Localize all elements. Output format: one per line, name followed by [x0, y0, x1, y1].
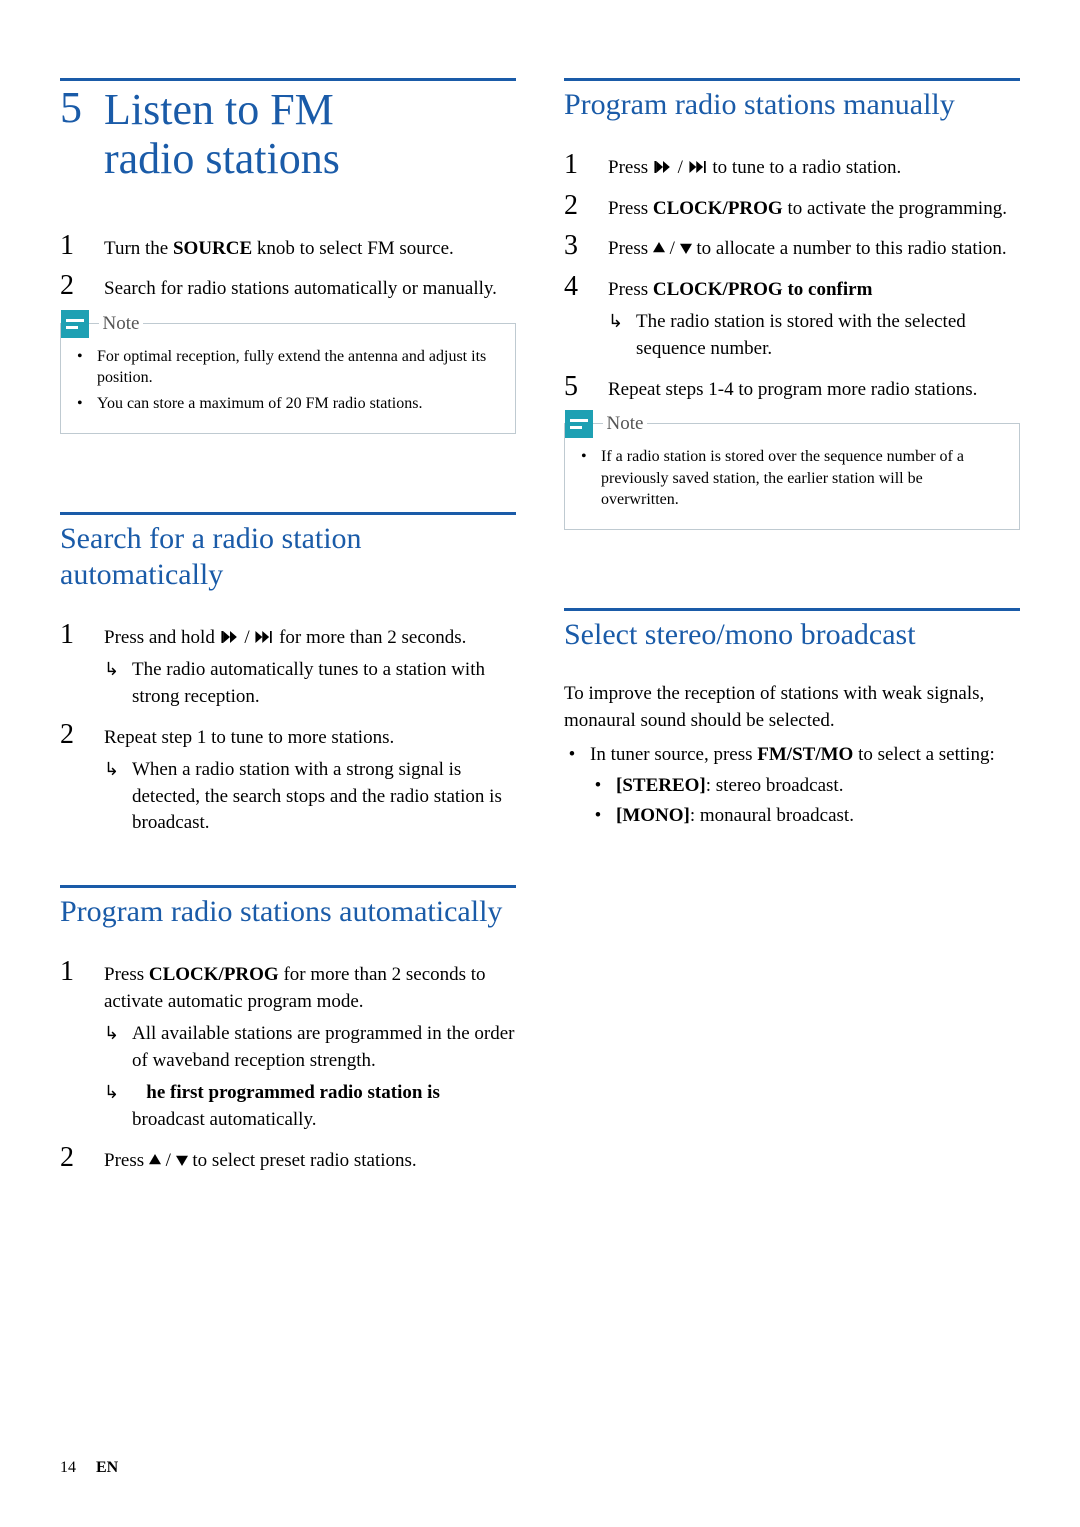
step: 2 Repeat step 1 to tune to more stations…	[60, 721, 516, 837]
step: 1 Press CLOCK/PROG for more than 2 secon…	[60, 958, 516, 1134]
step: 2 Press / to select preset radio station…	[60, 1144, 516, 1175]
result-arrow-icon: ↳	[104, 657, 122, 710]
step: 2 Search for radio stations automaticall…	[60, 272, 516, 303]
step-number: 2	[564, 192, 594, 223]
step-number: 4	[564, 273, 594, 363]
step-number: 1	[564, 151, 594, 182]
section-heading: Search for a radio station automatically	[60, 512, 516, 593]
bullet-item: In tuner source, press FM/ST/MO to selec…	[564, 742, 1020, 834]
result-arrow-icon: ↳	[104, 757, 122, 837]
note-item: If a radio station is stored over the se…	[581, 446, 1003, 511]
bullet-item: [MONO]: monaural broadcast.	[590, 803, 995, 830]
step: 3 Press / to allocate a number to this r…	[564, 232, 1020, 263]
note-item: You can store a maximum of 20 FM radio s…	[77, 393, 499, 415]
step: 4 Press CLOCK/PROG to confirm ↳ The radi…	[564, 273, 1020, 363]
section-heading: Select stereo/mono broadcast	[564, 608, 1020, 653]
note-label: Note	[603, 411, 648, 437]
step-number: 2	[60, 1144, 90, 1175]
step: 2 Press CLOCK/PROG to activate the progr…	[564, 192, 1020, 223]
step-text: Search for radio stations automatically …	[104, 272, 516, 303]
skip-prev-next-icon: /	[220, 625, 275, 652]
note-box: Note If a radio station is stored over t…	[564, 423, 1020, 530]
chapter-heading: 5 Listen to FM radio stations	[60, 78, 516, 184]
step: 1 Turn the SOURCE knob to select FM sour…	[60, 232, 516, 263]
result-arrow-icon: ↳	[104, 1080, 122, 1133]
step: 1 Press / to tune to a radio station.	[564, 151, 1020, 182]
language-code: EN	[96, 1459, 118, 1476]
bullet-item: [STEREO]: stereo broadcast.	[590, 773, 995, 800]
section-heading: Program radio stations manually	[564, 78, 1020, 123]
page-number: 14	[60, 1459, 76, 1476]
step-number: 3	[564, 232, 594, 263]
step-number: 2	[60, 272, 90, 303]
skip-prev-next-icon: /	[653, 157, 708, 178]
section-heading: Program radio stations automatically	[60, 885, 516, 930]
chapter-title: Listen to FM radio stations	[104, 85, 340, 184]
step-number: 1	[60, 958, 90, 1134]
step-number: 1	[60, 232, 90, 263]
step-number: 5	[564, 373, 594, 404]
chapter-number: 5	[60, 85, 82, 184]
step-number: 2	[60, 721, 90, 837]
step: 1 Press and hold / for more than 2 secon…	[60, 621, 516, 711]
up-down-icon: /	[653, 238, 692, 259]
result-arrow-icon: ↳	[104, 1021, 122, 1074]
result-arrow-icon: ↳	[608, 309, 626, 362]
note-item: For optimal reception, fully extend the …	[77, 346, 499, 389]
note-icon	[565, 410, 593, 438]
note-label: Note	[99, 311, 144, 337]
step-text: Turn the SOURCE knob to select FM source…	[104, 232, 516, 263]
step: 5 Repeat steps 1-4 to program more radio…	[564, 373, 1020, 404]
page-footer: 14 EN	[60, 1459, 118, 1477]
note-box: Note For optimal reception, fully extend…	[60, 323, 516, 434]
step-number: 1	[60, 621, 90, 711]
note-icon	[61, 310, 89, 338]
up-down-icon: /	[149, 1150, 188, 1171]
paragraph: To improve the reception of stations wit…	[564, 681, 1020, 734]
